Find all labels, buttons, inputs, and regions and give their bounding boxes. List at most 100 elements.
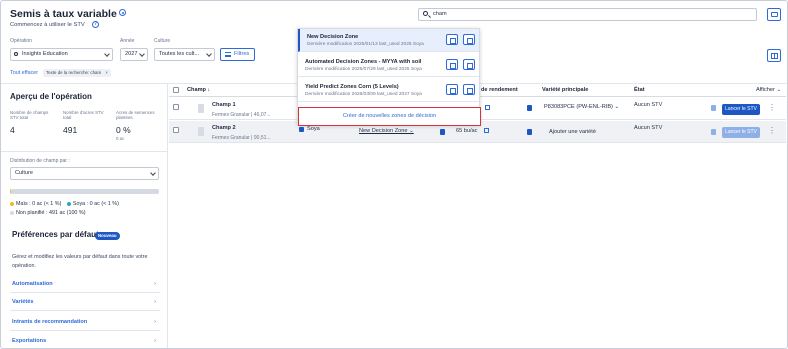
dropdown-option[interactable]: Yield Predict Zones Corn (5 Levels) Dern… [298,79,479,102]
page-subtitle: Commencez à utiliser le STV [10,22,85,28]
clear-all-link[interactable]: Tout effacer [10,70,38,76]
chevron-down-icon [206,51,212,57]
columns-button[interactable] [767,49,781,62]
dropdown-option[interactable]: Automated Decision Zones - MYYA with soi… [298,54,479,77]
search-icon [423,11,428,16]
external-link-icon[interactable] [484,128,489,133]
operation-value: Insights Education [22,51,68,57]
legend-dot [10,210,14,215]
field-meta: Fermes Granular | 90,51... [212,135,271,141]
pref-exportations[interactable]: Exportations › [12,338,158,344]
decision-zone-select[interactable]: New Decision Zone ⌄ [359,128,414,134]
dropdown-option[interactable]: New Decision Zone Dernière modification … [298,29,479,52]
info-icon[interactable] [119,9,126,16]
culture-value: Toutes les cult... [159,51,200,57]
book-icon[interactable] [527,105,532,111]
culture-select[interactable]: Toutes les cult... [154,48,215,61]
preferences-description: Gérez et modifiez les valeurs par défaut… [12,254,148,269]
field-icon [198,127,204,136]
option-name: New Decision Zone [307,34,359,40]
chevron-right-icon: › [154,281,156,287]
add-variety-link[interactable]: Ajouter une variété [549,129,596,135]
pref-automatisation[interactable]: Automatisation › [12,281,158,287]
map-icon[interactable] [463,34,475,45]
stat-value: 491 [63,125,78,135]
section-divider [1,151,167,152]
help-icon[interactable]: ? [92,21,99,28]
chevron-right-icon: › [154,299,156,305]
distribution-select[interactable]: Culture [10,167,159,180]
info-icon[interactable] [711,105,716,111]
year-select[interactable]: 2027 [120,48,148,61]
sort-down-icon: ↓ [207,87,211,93]
year-value: 2027 [125,51,138,57]
create-decision-zones-button[interactable]: Créer de nouvelles zones de décision [298,107,481,126]
columns-icon [771,53,778,59]
delete-icon[interactable] [446,34,458,45]
culture-label: Culture [154,38,171,44]
chat-button[interactable] [767,8,781,21]
legend-dot [10,201,14,206]
distribution-bar [10,189,159,194]
map-icon[interactable] [463,59,475,70]
distribution-bar-fill [10,189,12,194]
panel-divider [167,83,168,348]
book-icon[interactable] [440,129,445,135]
field-name[interactable]: Champ 2 [212,125,236,131]
search-icon [14,52,18,56]
field-name[interactable]: Champ 1 [212,102,236,108]
column-champ[interactable]: Champ ↓ [187,87,210,93]
new-badge: Nouveau [95,232,120,240]
status-text: Aucun STV [634,125,663,131]
chevron-down-icon [150,170,156,176]
row-checkbox[interactable] [173,127,179,133]
legend-item-non-planifie: Non planifié : 491 ac (100 %) [10,210,86,216]
legend-item-mais: Maïs : 0 ac (< 1 %) [10,201,61,207]
delete-icon[interactable] [446,59,458,70]
more-options-icon[interactable] [768,103,776,113]
option-meta: Dernière modification 2026/03/09 last_us… [305,92,422,97]
stat-label: Acres de semences plantées [116,110,155,120]
pref-varietes[interactable]: Variétés › [12,299,158,305]
chevron-right-icon: › [154,319,156,325]
more-options-icon[interactable] [768,126,776,136]
field-meta: Fermes Granular | 46,07... [212,112,271,118]
option-name: Yield Predict Zones Corn (5 Levels) [305,84,399,90]
chevron-down-icon [104,51,110,57]
option-name: Automated Decision Zones - MYYA with soi… [305,59,422,65]
search-input[interactable]: cham [418,8,757,21]
filters-button[interactable]: Filtres [220,48,256,61]
afficher-menu[interactable]: Afficher ⌄ [756,87,781,93]
select-all-checkbox[interactable] [173,87,179,93]
status-text: Aucun STV [634,102,663,108]
pref-divider [10,330,160,331]
column-rendement[interactable]: de rendement [481,87,518,93]
launch-stv-button[interactable]: Lancer le STV [722,104,760,115]
operation-label: Opération [10,38,32,44]
page-title: Semis à taux variable [10,8,117,20]
search-chip[interactable]: Texte de la recherche: cham × [43,69,111,77]
pref-intrants[interactable]: Intrants de recommandation › [12,319,158,325]
field-icon [198,104,204,113]
delete-icon[interactable] [446,84,458,95]
column-etat[interactable]: État [634,87,645,93]
app-window: Semis à taux variable Commencez à utilis… [0,0,788,349]
book-icon[interactable] [527,129,532,135]
variety-link[interactable]: P83083PCE (PW-ENL-RIB) ⌄ [544,104,619,110]
row-checkbox[interactable] [173,104,179,110]
stat-label: Nombre d'acres STV total [63,110,104,120]
crop-text: Soya [307,126,320,132]
info-icon[interactable] [711,129,716,135]
map-icon[interactable] [463,84,475,95]
launch-stv-button[interactable]: Lancer le STV [722,127,760,138]
operation-select[interactable]: Insights Education [10,48,113,61]
option-meta: Dernière modification 2026/01/13 last_us… [307,42,424,47]
legend-dot [66,201,71,206]
stat-value: 4 [10,125,15,135]
stat-label: Nombre de champs STV total [10,110,49,120]
column-variete[interactable]: Variété principale [542,87,588,93]
yield-value[interactable]: 65 bu/ac [456,128,477,134]
close-icon[interactable]: × [105,70,108,75]
legend-item-soya: Soya : 0 ac (< 1 %) [66,201,119,207]
external-link-icon[interactable] [485,105,490,110]
